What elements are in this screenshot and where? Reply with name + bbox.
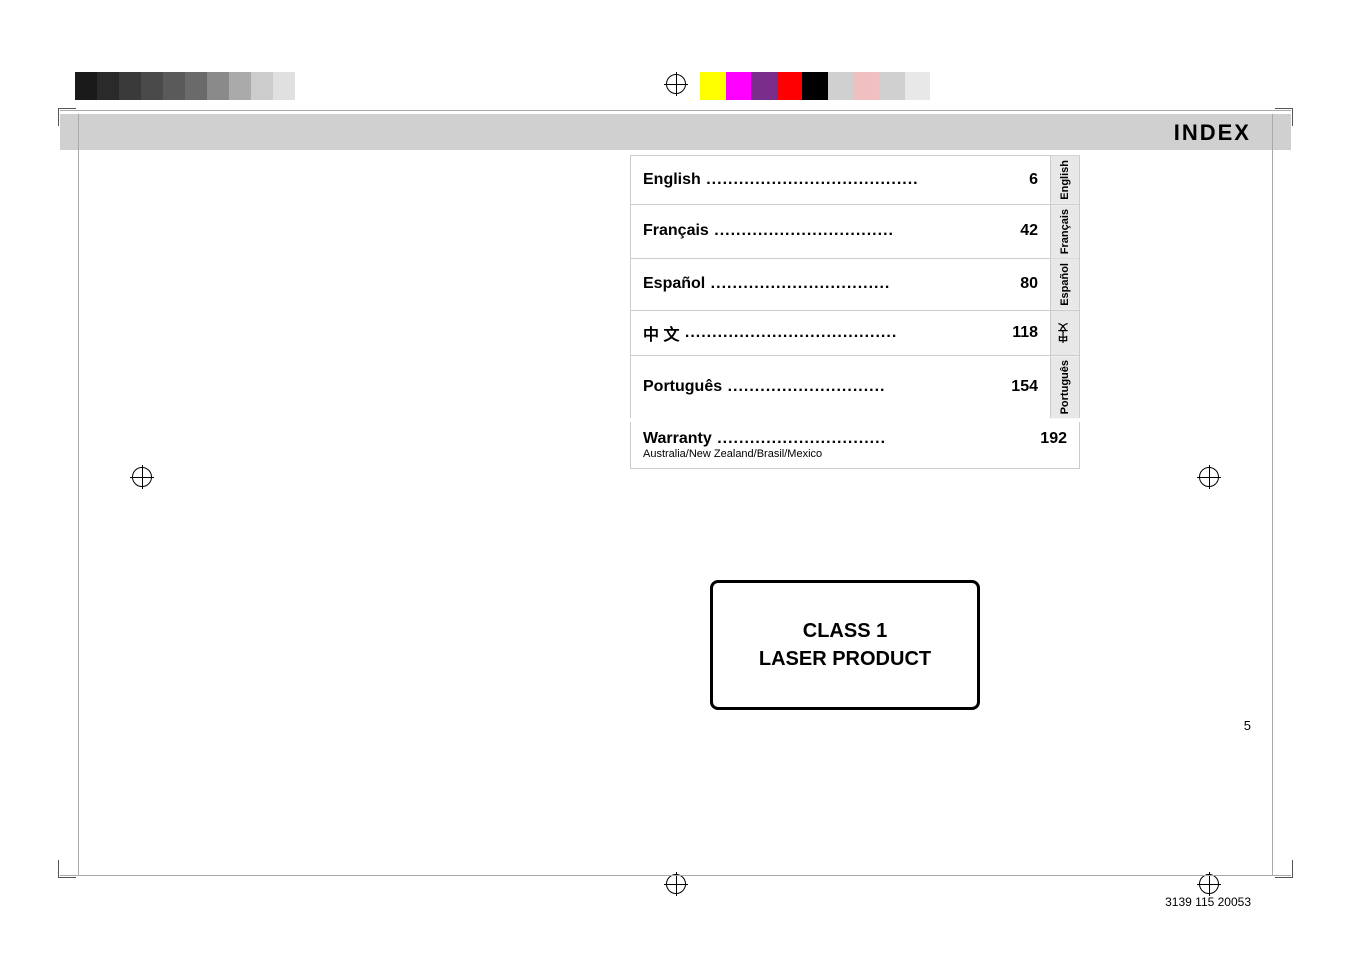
color-bar-right: [700, 72, 930, 100]
index-label-chinese: 中 文: [643, 321, 679, 345]
page: INDEX English ..........................…: [0, 0, 1351, 954]
index-label-english: English: [643, 171, 701, 189]
index-label-espanol: Español: [643, 275, 705, 293]
index-item-text-portugues: Português ............................. …: [631, 356, 1051, 418]
index-item-text-chinese: 中 文 ....................................…: [631, 311, 1051, 355]
warranty-subtitle: Australia/New Zealand/Brasil/Mexico: [643, 448, 1067, 460]
index-dots-chinese: .......................................: [679, 324, 1012, 342]
index-dots-francais: .................................: [709, 222, 1020, 240]
list-item-warranty: Warranty ...............................…: [630, 422, 1080, 469]
corner-bl: [58, 860, 76, 878]
list-item: English ................................…: [630, 155, 1080, 204]
index-dots-espanol: .................................: [705, 275, 1020, 293]
index-title: INDEX: [1174, 120, 1251, 146]
index-item-text-english: English ................................…: [631, 156, 1051, 204]
laser-product-text: CLASS 1 LASER PRODUCT: [759, 617, 931, 673]
laser-product-box: CLASS 1 LASER PRODUCT: [710, 580, 980, 710]
index-page-francais: 42: [1020, 222, 1038, 240]
h-line-bottom: [60, 875, 1291, 876]
index-page-espanol: 80: [1020, 275, 1038, 293]
list-item: Français ...............................…: [630, 204, 1080, 258]
index-item-text-francais: Français ...............................…: [631, 205, 1051, 258]
list-item: 中 文 ....................................…: [630, 310, 1080, 355]
index-tab-english: English: [1051, 156, 1079, 204]
index-tab-espanol: Español: [1051, 259, 1079, 310]
index-page-portugues: 154: [1011, 378, 1038, 396]
laser-line1: CLASS 1: [759, 617, 931, 645]
page-number: 5: [1244, 718, 1251, 733]
index-item-text-espanol: Español ................................…: [631, 259, 1051, 310]
index-page-chinese: 118: [1012, 324, 1038, 342]
list-item: Português ............................. …: [630, 355, 1080, 418]
reg-mark-side-left: [130, 465, 154, 489]
index-dots-english: .......................................: [701, 171, 1029, 189]
index-dots-portugues: .............................: [722, 378, 1011, 396]
reg-mark-top-center: [664, 72, 688, 96]
laser-line2: LASER PRODUCT: [759, 645, 931, 673]
corner-br: [1275, 860, 1293, 878]
index-label-portugues: Português: [643, 378, 722, 396]
v-line-right: [1272, 114, 1273, 876]
gray-header-band: [60, 114, 1291, 150]
index-panel: English ................................…: [630, 155, 1080, 469]
index-tab-portugues: Português: [1051, 356, 1079, 418]
warranty-page: 192: [1040, 430, 1067, 448]
corner-tl: [58, 108, 76, 126]
index-tab-chinese: 中文: [1051, 311, 1079, 355]
index-page-english: 6: [1029, 171, 1038, 189]
corner-tr: [1275, 108, 1293, 126]
color-bar-left: [75, 72, 295, 100]
reg-mark-side-right: [1197, 465, 1221, 489]
list-item: Español ................................…: [630, 258, 1080, 310]
index-tab-francais: Français: [1051, 205, 1079, 258]
index-label-francais: Français: [643, 222, 709, 240]
doc-number: 3139 115 20053: [1165, 895, 1251, 909]
warranty-dots: ...............................: [712, 430, 1041, 448]
v-line-left: [78, 114, 79, 876]
warranty-label: Warranty: [643, 430, 712, 448]
h-line-top: [60, 110, 1291, 111]
